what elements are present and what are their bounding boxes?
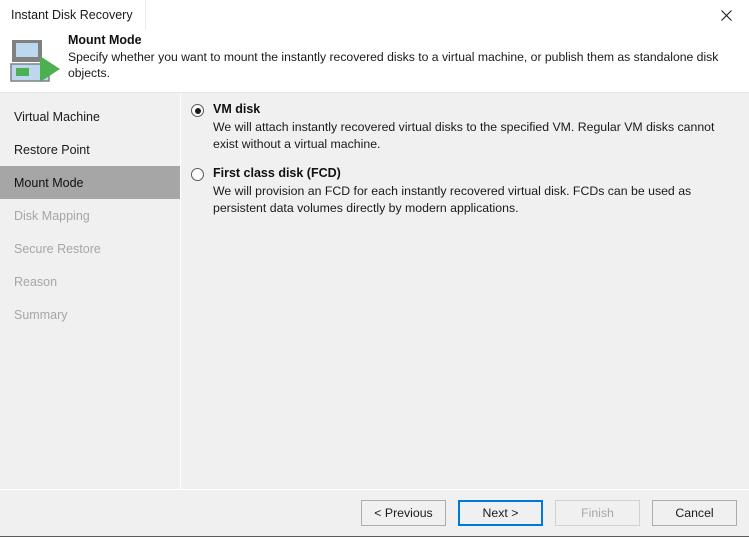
sidebar-item-reason[interactable]: Reason — [0, 265, 180, 298]
option-first-class-disk-label: First class disk (FCD) — [213, 166, 341, 180]
sidebar-item-label: Mount Mode — [14, 175, 84, 190]
sidebar-item-restore-point[interactable]: Restore Point — [0, 133, 180, 166]
sidebar-item-label: Secure Restore — [14, 241, 101, 256]
dialog-header-text: Mount Mode Specify whether you want to m… — [68, 32, 739, 81]
radio-first-class-disk[interactable] — [191, 168, 204, 181]
sidebar-item-summary[interactable]: Summary — [0, 298, 180, 331]
wizard-steps-sidebar: Virtual Machine Restore Point Mount Mode… — [0, 93, 181, 489]
sidebar-item-label: Disk Mapping — [14, 208, 90, 223]
vm-instant-recovery-icon — [10, 38, 62, 86]
window-title: Instant Disk Recovery — [11, 8, 133, 22]
page-description: Specify whether you want to mount the in… — [68, 50, 719, 80]
dialog-body: Virtual Machine Restore Point Mount Mode… — [0, 92, 749, 489]
sidebar-item-label: Restore Point — [14, 142, 90, 157]
sidebar-item-secure-restore[interactable]: Secure Restore — [0, 232, 180, 265]
sidebar-item-label: Virtual Machine — [14, 109, 100, 124]
option-vm-disk-description: We will attach instantly recovered virtu… — [213, 120, 715, 151]
radio-vm-disk[interactable] — [191, 104, 204, 117]
page-title: Mount Mode — [68, 33, 142, 47]
dialog-footer: < Previous Next > Finish Cancel — [0, 489, 749, 536]
sidebar-item-mount-mode[interactable]: Mount Mode — [0, 166, 180, 199]
sidebar-item-label: Summary — [14, 307, 68, 322]
close-icon[interactable] — [703, 0, 749, 30]
sidebar-item-virtual-machine[interactable]: Virtual Machine — [0, 100, 180, 133]
instant-disk-recovery-dialog: Instant Disk Recovery Mount Mode Specify… — [0, 0, 749, 537]
mount-mode-content: VM disk We will attach instantly recover… — [181, 93, 749, 489]
sidebar-item-label: Reason — [14, 274, 58, 289]
option-first-class-disk[interactable]: First class disk (FCD) We will provision… — [191, 165, 739, 216]
dialog-header: Mount Mode Specify whether you want to m… — [0, 30, 749, 92]
title-bar: Instant Disk Recovery — [0, 0, 749, 30]
finish-button: Finish — [555, 500, 640, 526]
option-vm-disk-label: VM disk — [213, 102, 261, 116]
option-first-class-disk-description: We will provision an FCD for each instan… — [213, 184, 692, 215]
option-vm-disk[interactable]: VM disk We will attach instantly recover… — [191, 101, 739, 152]
next-button[interactable]: Next > — [458, 500, 543, 526]
previous-button[interactable]: < Previous — [361, 500, 446, 526]
sidebar-item-disk-mapping[interactable]: Disk Mapping — [0, 199, 180, 232]
cancel-button[interactable]: Cancel — [652, 500, 737, 526]
